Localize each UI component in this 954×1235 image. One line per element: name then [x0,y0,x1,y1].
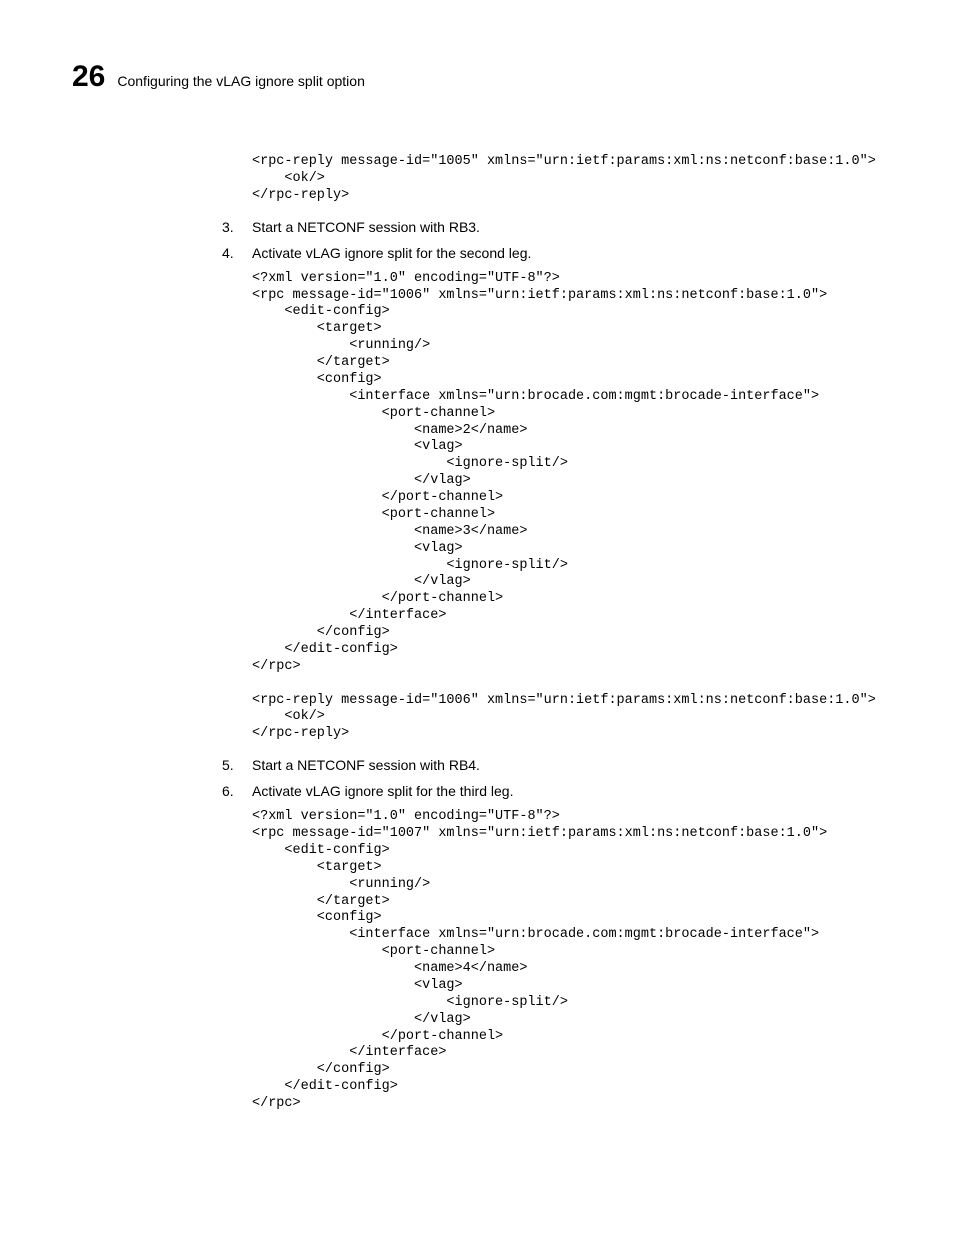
step-4: 4. Activate vLAG ignore split for the se… [222,245,904,261]
code-block-rpc-reply-1005: <rpc-reply message-id="1005" xmlns="urn:… [252,154,904,205]
chapter-title: Configuring the vLAG ignore split option [117,73,364,89]
step-text: Activate vLAG ignore split for the third… [252,783,904,799]
page-content: <rpc-reply message-id="1005" xmlns="urn:… [222,154,904,1113]
step-number: 3. [222,219,252,235]
step-text: Start a NETCONF session with RB4. [252,757,904,773]
step-6: 6. Activate vLAG ignore split for the th… [222,783,904,799]
step-text: Activate vLAG ignore split for the secon… [252,245,904,261]
page: 26 Configuring the vLAG ignore split opt… [0,0,954,1187]
code-block-rpc-1006: <?xml version="1.0" encoding="UTF-8"?> <… [252,271,904,744]
chapter-number: 26 [72,60,105,94]
step-3: 3. Start a NETCONF session with RB3. [222,219,904,235]
step-number: 4. [222,245,252,261]
page-header: 26 Configuring the vLAG ignore split opt… [72,60,904,94]
step-number: 6. [222,783,252,799]
step-number: 5. [222,757,252,773]
code-block-rpc-1007: <?xml version="1.0" encoding="UTF-8"?> <… [252,809,904,1113]
step-5: 5. Start a NETCONF session with RB4. [222,757,904,773]
step-text: Start a NETCONF session with RB3. [252,219,904,235]
